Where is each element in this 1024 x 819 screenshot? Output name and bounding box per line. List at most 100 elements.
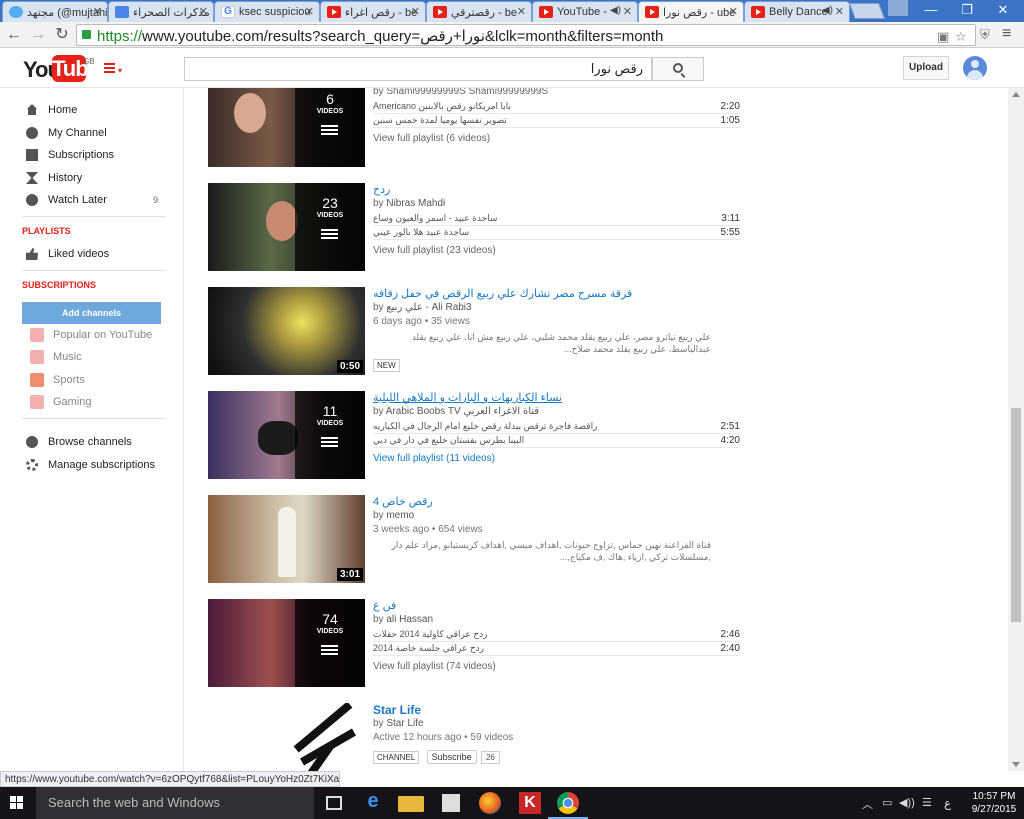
scroll-up-arrow-icon[interactable]: [1012, 92, 1020, 97]
playlist-row[interactable]: ساجدة عبيد - اسمر والعيون وساع 3:11: [373, 212, 740, 226]
browser-tab-active[interactable]: رقص نورا - ube ✕: [638, 1, 744, 23]
chrome-icon[interactable]: [557, 792, 579, 814]
browser-tab[interactable]: رقصترقي - be ✕: [426, 1, 532, 22]
browser-tab[interactable]: YouTube - ◀) ✕: [532, 1, 638, 22]
playlist-row[interactable]: راقصة فاجرة ترقص ببدلة رقص خليع امام الر…: [373, 420, 740, 434]
youtube-logo[interactable]: You Tube: [23, 55, 100, 83]
result-title[interactable]: Star Life: [373, 703, 740, 718]
close-icon[interactable]: ✕: [199, 5, 208, 18]
address-bar[interactable]: https://www.youtube.com/results?search_q…: [76, 24, 976, 46]
channel-link[interactable]: Star Life: [386, 718, 423, 729]
store-icon[interactable]: [442, 794, 460, 812]
new-tab-button[interactable]: [849, 3, 885, 19]
channel-link[interactable]: علي ربيع - Ali Rabi3: [386, 302, 471, 313]
result-title[interactable]: فن ع: [373, 599, 740, 614]
playlist-thumbnail[interactable]: 74 VIDEOS: [208, 599, 365, 687]
result-byline[interactable]: by Shami99999999S Shami99999999S: [373, 88, 740, 100]
windows-start-icon[interactable]: [10, 796, 24, 810]
video-result: 3:01 رقص خاص 4 by memo 3 weeks ago • 654…: [208, 495, 738, 583]
language-indicator[interactable]: ع: [944, 796, 951, 810]
firefox-icon[interactable]: [479, 792, 501, 814]
file-explorer-icon[interactable]: [398, 796, 424, 812]
guide-menu-icon[interactable]: ▾: [104, 63, 124, 75]
channel-link[interactable]: Arabic Boobs TV قناة الاغراء العربي: [386, 406, 539, 417]
taskbar-clock[interactable]: 10:57 PM 9/27/2015: [968, 790, 1020, 816]
close-icon[interactable]: ✕: [305, 5, 314, 18]
battery-icon[interactable]: ▭: [882, 796, 892, 809]
playlist-row[interactable]: ساجدة عبيد هلا بالور عيني 5:55: [373, 226, 740, 240]
tray-arrow-icon[interactable]: ︿: [862, 796, 873, 812]
task-view-icon[interactable]: [326, 796, 342, 810]
taskbar-search-box[interactable]: Search the web and Windows: [36, 787, 314, 819]
result-description: علي ربيع تياترو مصر، علي ربيع يقلد محمد …: [411, 332, 711, 354]
playlist-row[interactable]: Americano بابا امريكانو رقص بالابنين 2:2…: [373, 100, 740, 114]
browser-tab[interactable]: رقص اغراء - be ✕: [320, 1, 426, 22]
close-window-button[interactable]: ✕: [988, 2, 1018, 20]
search-input[interactable]: رقص نورا: [184, 57, 652, 81]
result-title[interactable]: ردح: [373, 183, 740, 198]
translate-icon[interactable]: ▣: [937, 29, 949, 45]
result-title[interactable]: رقص خاص 4: [373, 495, 740, 510]
add-channels-button[interactable]: Add channels: [22, 302, 161, 324]
playlist-thumbnail[interactable]: 23 VIDEOS: [208, 183, 365, 271]
back-arrow-icon[interactable]: ←: [4, 25, 24, 45]
channel-thumbnail[interactable]: [208, 703, 365, 771]
view-full-playlist-link[interactable]: View full playlist (74 videos): [373, 661, 740, 675]
channel-link[interactable]: ali Hassan: [386, 614, 433, 625]
browser-tab[interactable]: مجتهد (@mujtahidd ✕: [2, 1, 108, 22]
sidebar-item-manage-subscriptions[interactable]: Manage subscriptions: [26, 457, 166, 475]
playlist-thumbnail[interactable]: 11 VIDEOS: [208, 391, 365, 479]
bookmark-star-icon[interactable]: ☆: [955, 29, 967, 45]
volume-icon[interactable]: ◀)): [899, 796, 915, 809]
browser-tab[interactable]: مذكرات الصحراء ✕: [108, 1, 214, 22]
close-icon[interactable]: ✕: [623, 5, 632, 18]
channel-link[interactable]: Nibras Mahdi: [386, 198, 445, 209]
close-icon[interactable]: ✕: [411, 5, 420, 18]
video-thumbnail[interactable]: 0:50: [208, 287, 365, 375]
upload-button[interactable]: Upload: [903, 56, 949, 80]
sidebar-item-liked-videos[interactable]: Liked videos: [26, 246, 166, 264]
subscribe-button[interactable]: Subscribe: [426, 750, 477, 764]
close-icon[interactable]: ✕: [835, 5, 844, 18]
result-info: by Shami99999999S Shami99999999S America…: [373, 88, 740, 147]
edge-browser-icon[interactable]: e: [360, 790, 386, 812]
sidebar-item-watch-later[interactable]: Watch Later 9: [26, 192, 166, 210]
browser-tab[interactable]: G ksec suspiciou ✕: [214, 1, 320, 22]
close-icon[interactable]: ✕: [729, 5, 738, 18]
playlist-row[interactable]: البينا بطرس بفستان خليع في دار في دبي 4:…: [373, 434, 740, 448]
sidebar-item-my-channel[interactable]: My Channel: [26, 125, 166, 143]
view-full-playlist-link[interactable]: View full playlist (6 videos): [373, 133, 740, 147]
sidebar-item-subscriptions[interactable]: Subscriptions: [26, 147, 166, 165]
playlist-row[interactable]: تصوير نفسها يوميا لمدة خمس سنين 1:05: [373, 114, 740, 128]
result-title[interactable]: نساء الكباريهات و البارات و الملاهي اللي…: [373, 391, 740, 406]
close-icon[interactable]: ✕: [517, 5, 526, 18]
sidebar-item-history[interactable]: History: [26, 170, 166, 188]
avatar[interactable]: [963, 56, 987, 80]
forward-arrow-icon[interactable]: →: [28, 25, 48, 45]
reload-icon[interactable]: ↻: [52, 25, 72, 45]
playlist-row[interactable]: ردح عراقي كاولية 2014 حفلات 2:46: [373, 628, 740, 642]
view-full-playlist-link[interactable]: View full playlist (23 videos): [373, 245, 740, 259]
restore-button[interactable]: ❐: [952, 2, 982, 20]
minimize-button[interactable]: —: [916, 2, 946, 20]
scrollbar-thumb[interactable]: [1011, 408, 1021, 622]
sidebar-item-home[interactable]: Home: [26, 102, 166, 120]
playlist-thumbnail[interactable]: 6 VIDEOS: [208, 88, 365, 167]
result-title[interactable]: فرقة مسرح مصر تشارك علي ربيع الرقص في حف…: [373, 287, 740, 302]
kaspersky-icon[interactable]: K: [519, 792, 541, 814]
playlist-row[interactable]: ردح عراقي جلسة خاصة 2014 2:40: [373, 642, 740, 656]
browser-tab[interactable]: Belly Dance ◀) ✕: [744, 1, 850, 22]
menu-icon[interactable]: ≡: [1002, 25, 1011, 43]
profile-icon[interactable]: [888, 0, 908, 16]
close-icon[interactable]: ✕: [93, 5, 102, 18]
url-text: https://www.youtube.com/results?search_q…: [97, 28, 664, 45]
page-scrollbar[interactable]: [1008, 88, 1024, 771]
view-full-playlist-link[interactable]: View full playlist (11 videos): [373, 453, 740, 467]
video-thumbnail[interactable]: 3:01: [208, 495, 365, 583]
notifications-icon[interactable]: ☰: [922, 796, 932, 809]
channel-link[interactable]: memo: [386, 510, 414, 521]
sidebar-item-browse-channels[interactable]: Browse channels: [26, 434, 166, 452]
extension-icon[interactable]: ⛨: [980, 27, 990, 43]
scroll-down-arrow-icon[interactable]: [1012, 762, 1020, 767]
search-button[interactable]: [652, 57, 704, 81]
